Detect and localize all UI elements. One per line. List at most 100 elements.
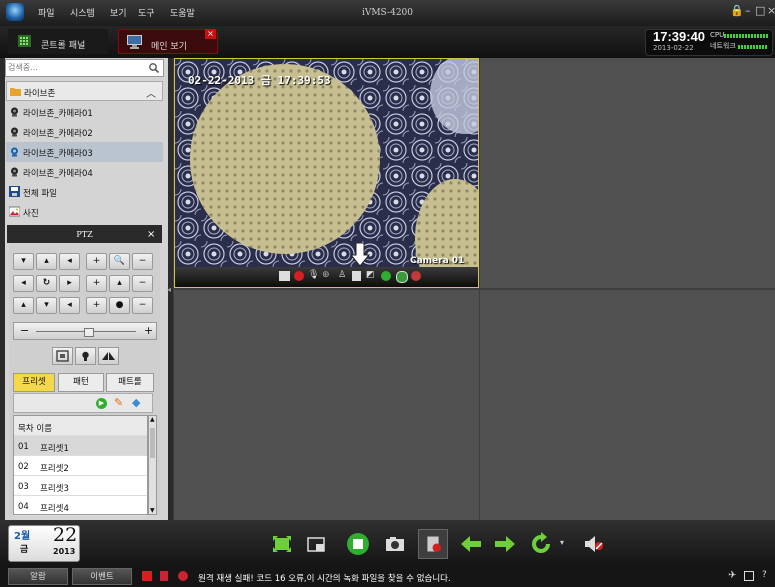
- lock-icon[interactable]: 🔒: [730, 5, 744, 17]
- tree-item-pictures[interactable]: 사진: [6, 202, 163, 222]
- preset-edit-icon[interactable]: ✎: [114, 396, 123, 409]
- scroll-down-icon[interactable]: ▼: [150, 507, 155, 514]
- ptz-tab-preset[interactable]: 프리셋: [13, 373, 55, 392]
- focus-near-button[interactable]: +: [86, 275, 107, 292]
- auto-scan-icon[interactable]: ↻: [36, 275, 57, 292]
- chevron-up-icon[interactable]: ︿: [146, 85, 156, 100]
- auto-switch-icon[interactable]: [526, 529, 556, 559]
- ptz-up-right-button[interactable]: ◂: [59, 253, 80, 270]
- stream-status-icon[interactable]: [381, 271, 391, 281]
- slider-minus-icon: −: [20, 324, 30, 337]
- focus-far-button[interactable]: −: [132, 275, 153, 292]
- wiper-button[interactable]: [98, 347, 119, 365]
- 3d-positioning-button[interactable]: [52, 347, 73, 365]
- stop-live-icon[interactable]: [411, 271, 421, 281]
- preset-name: 프리셋2: [40, 464, 69, 474]
- capture-icon[interactable]: [352, 271, 361, 281]
- tree-item-camera01[interactable]: 라이브존_카메라01: [6, 102, 163, 122]
- alarm-status-icon[interactable]: [142, 571, 152, 581]
- zoom-icon[interactable]: 🔍: [109, 253, 130, 270]
- zoom-out-button[interactable]: −: [132, 253, 153, 270]
- digital-zoom-icon[interactable]: ⊕: [322, 270, 330, 280]
- ptz-down-right-button[interactable]: ◂: [59, 297, 80, 314]
- mute-icon[interactable]: [578, 529, 608, 559]
- close-button[interactable]: ×: [767, 5, 775, 17]
- preset-call-icon[interactable]: ▶: [96, 398, 107, 409]
- tree-item-camera04[interactable]: 라이브존_카메라04: [6, 162, 163, 182]
- scroll-thumb[interactable]: [150, 428, 155, 458]
- cpu-label: CPU: [710, 31, 725, 39]
- video-cell-toolbar: 🎙 ⊕ ♙ ◩: [175, 267, 478, 287]
- preset-clear-icon[interactable]: ◆: [132, 396, 140, 409]
- search-input[interactable]: [8, 63, 138, 72]
- preset-row-1[interactable]: 01 프리셋1: [14, 436, 147, 456]
- iris-icon[interactable]: ●: [109, 297, 130, 314]
- tree-item-camera02[interactable]: 라이브존_카메라02: [6, 122, 163, 142]
- minimize-button[interactable]: –: [745, 5, 751, 17]
- ptz-control-icon[interactable]: ♙: [338, 270, 346, 280]
- next-page-icon[interactable]: [490, 529, 520, 559]
- auto-switch-dropdown-icon[interactable]: ▾: [560, 538, 564, 547]
- ptz-right-button[interactable]: ▸: [59, 275, 80, 292]
- event-button[interactable]: 이벤트: [72, 568, 132, 585]
- preset-list-header-label: 목차 이름: [18, 424, 52, 434]
- pin-icon[interactable]: ✈: [728, 570, 736, 581]
- maximize-button[interactable]: □: [755, 5, 765, 17]
- iris-close-button[interactable]: −: [132, 297, 153, 314]
- instant-playback-icon[interactable]: [396, 271, 408, 283]
- tab-main-view[interactable]: 메인 보기: [118, 29, 218, 54]
- ptz-down-left-button[interactable]: ▴: [13, 297, 34, 314]
- search-icon[interactable]: [148, 62, 160, 74]
- video-cell-1[interactable]: [174, 58, 479, 288]
- ptz-close-button[interactable]: ×: [147, 229, 155, 240]
- restore-panel-icon[interactable]: [744, 571, 754, 581]
- record-status-icon[interactable]: [160, 571, 168, 581]
- scroll-up-icon[interactable]: ▲: [150, 416, 155, 423]
- video-cell-3[interactable]: [174, 290, 479, 520]
- tree-group-livezone[interactable]: 라이브존 ︿: [6, 81, 163, 101]
- record-icon[interactable]: [294, 271, 304, 281]
- video-cell-2[interactable]: [480, 58, 775, 288]
- tree-item-camera03[interactable]: 라이브존_카메라03: [6, 142, 163, 162]
- ptz-speed-slider[interactable]: − +: [13, 322, 157, 340]
- fullscreen-icon[interactable]: [267, 529, 297, 559]
- ptz-tab-pattern[interactable]: 패턴: [58, 373, 104, 392]
- tree-item-all-files[interactable]: 전체 파일: [6, 182, 163, 202]
- preset-row-4[interactable]: 04 프리셋4: [14, 496, 147, 516]
- wiper-icon: [102, 352, 115, 360]
- camera-icon: [11, 147, 18, 157]
- ptz-down-button[interactable]: ▾: [36, 297, 57, 314]
- preset-row-3[interactable]: 03 프리셋3: [14, 476, 147, 496]
- light-button[interactable]: [75, 347, 96, 365]
- ptz-up-button[interactable]: ▴: [36, 253, 57, 270]
- tab-control-panel-label: 콘트롤 패널: [41, 41, 86, 51]
- tab-control-panel[interactable]: 콘트롤 패널: [8, 29, 108, 54]
- sound-alarm-icon[interactable]: [178, 571, 188, 581]
- microphone-icon[interactable]: 🎙: [308, 270, 319, 280]
- ptz-left-button[interactable]: ◂: [13, 275, 34, 292]
- stop-all-icon[interactable]: [343, 529, 373, 559]
- zoom-in-button[interactable]: +: [86, 253, 107, 270]
- ptz-tab-patrol[interactable]: 패트롤: [106, 373, 154, 392]
- collapse-panel-icon[interactable]: ◂: [167, 285, 171, 294]
- iris-open-button[interactable]: +: [86, 297, 107, 314]
- layout-icon[interactable]: [301, 529, 331, 559]
- window-title: iVMS-4200: [361, 8, 414, 18]
- tab-close-button[interactable]: ×: [205, 29, 216, 39]
- focus-icon[interactable]: ▴: [109, 275, 130, 292]
- video-cell-4[interactable]: [480, 290, 775, 520]
- fullscreen-icon[interactable]: [279, 271, 290, 281]
- record-all-icon[interactable]: [418, 529, 448, 559]
- camera-settings-icon[interactable]: ◩: [366, 270, 375, 280]
- preset-scrollbar[interactable]: ▲ ▼: [148, 415, 157, 515]
- previous-page-icon[interactable]: [456, 529, 486, 559]
- ptz-title: PTZ: [76, 230, 93, 239]
- slider-thumb[interactable]: [84, 328, 94, 337]
- help-icon[interactable]: ?: [762, 570, 767, 580]
- alarm-button[interactable]: 알람: [8, 568, 68, 585]
- capture-camera-icon[interactable]: [380, 529, 410, 559]
- preset-row-2[interactable]: 02 프리셋2: [14, 456, 147, 476]
- save-file-icon: [9, 186, 20, 197]
- ptz-up-left-button[interactable]: ▾: [13, 253, 34, 270]
- clock-date: 2013-02-22: [653, 44, 694, 52]
